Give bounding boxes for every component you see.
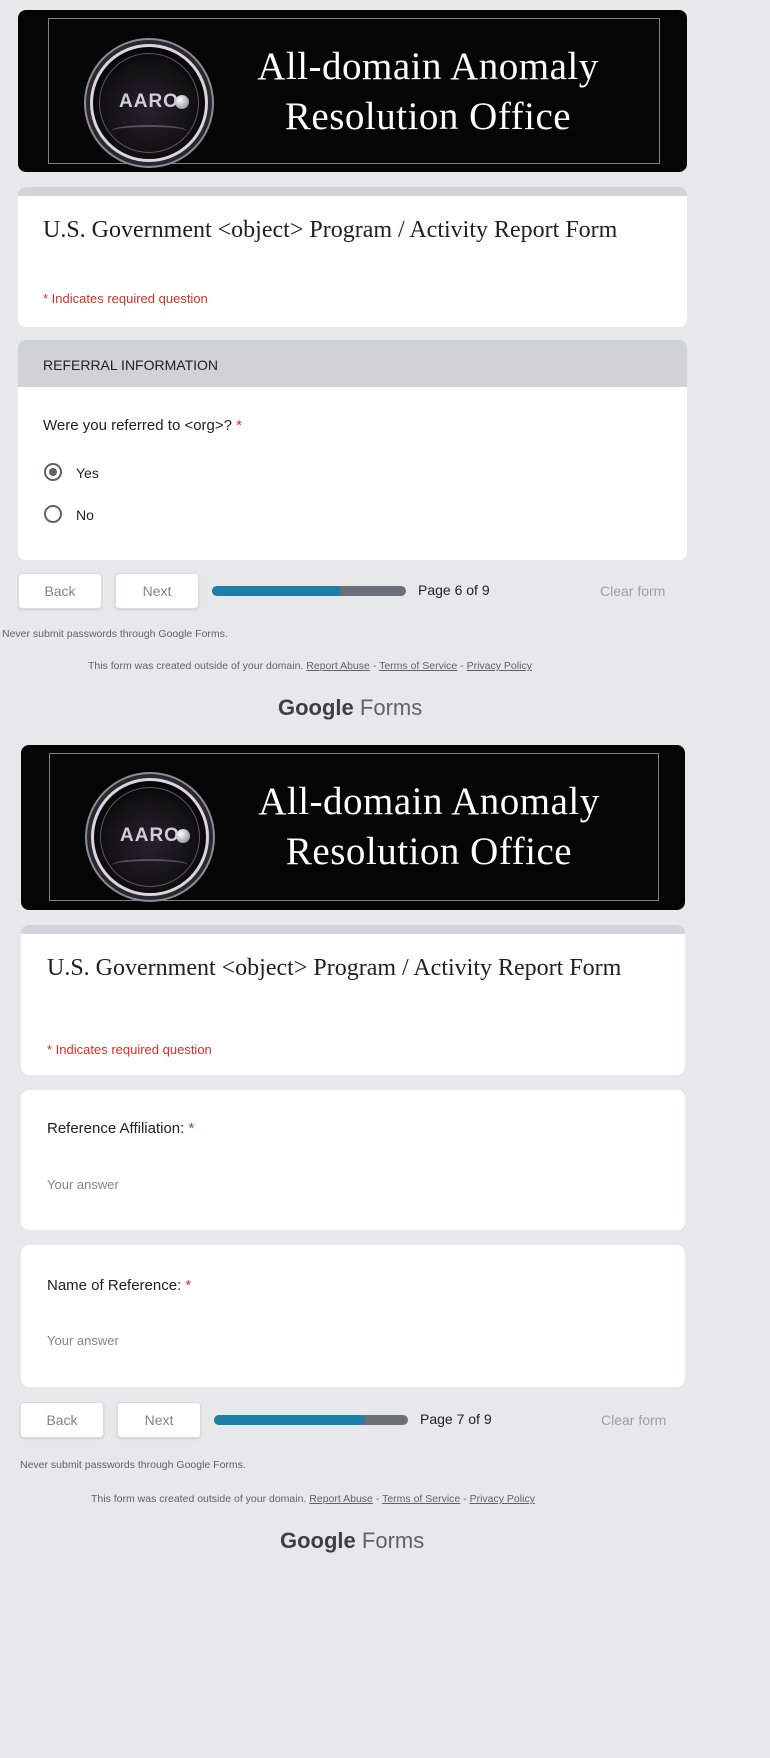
banner-title: All-domain Anomaly Resolution Office: [258, 780, 600, 873]
clear-form-button[interactable]: Clear form: [601, 1412, 666, 1428]
banner-bottom: AARO All-domain Anomaly Resolution Offic…: [21, 745, 685, 910]
report-abuse-link[interactable]: Report Abuse: [309, 1493, 373, 1505]
progress-fill: [214, 1415, 365, 1425]
progress-bar: [214, 1415, 408, 1425]
form-header-card: U.S. Government <object> Program / Activ…: [18, 187, 687, 327]
form-header-card: U.S. Government <object> Program / Activ…: [21, 925, 685, 1075]
required-note: * Indicates required question: [43, 291, 208, 306]
affiliation-input[interactable]: Your answer: [47, 1177, 119, 1192]
required-note: * Indicates required question: [47, 1042, 212, 1057]
progress-bar: [212, 586, 406, 596]
question-card-affiliation: Reference Affiliation: * Your answer: [21, 1090, 685, 1230]
password-warning: Never submit passwords through Google Fo…: [2, 628, 228, 640]
question-card-name: Name of Reference: * Your answer: [21, 1245, 685, 1387]
privacy-link[interactable]: Privacy Policy: [467, 660, 532, 672]
question-referred: Were you referred to <org>? *: [43, 417, 243, 434]
report-abuse-link[interactable]: Report Abuse: [306, 660, 370, 672]
password-warning: Never submit passwords through Google Fo…: [20, 1459, 246, 1471]
back-button[interactable]: Back: [18, 573, 102, 609]
form-title: U.S. Government <object> Program / Activ…: [47, 955, 622, 981]
progress-fill: [212, 586, 342, 596]
aaro-logo: AARO: [91, 778, 209, 896]
reference-name-input[interactable]: Your answer: [47, 1333, 119, 1348]
question-reference-name: Name of Reference: *: [47, 1277, 192, 1294]
section-header: REFERRAL INFORMATION: [18, 340, 687, 387]
required-star: *: [185, 1277, 192, 1294]
google-forms-logo[interactable]: Google Forms: [278, 695, 422, 721]
domain-footer: This form was created outside of your do…: [91, 1493, 535, 1505]
radio-no-label[interactable]: No: [76, 507, 94, 523]
radio-yes[interactable]: [44, 463, 62, 481]
privacy-link[interactable]: Privacy Policy: [470, 1493, 535, 1505]
referral-section-card: REFERRAL INFORMATION Were you referred t…: [18, 340, 687, 560]
back-button[interactable]: Back: [20, 1402, 104, 1438]
clear-form-button[interactable]: Clear form: [600, 583, 665, 599]
terms-link[interactable]: Terms of Service: [379, 660, 457, 672]
page-indicator: Page 6 of 9: [418, 582, 490, 598]
banner-top: AARO All-domain Anomaly Resolution Offic…: [18, 10, 687, 172]
aaro-logo: AARO: [90, 44, 208, 162]
domain-footer: This form was created outside of your do…: [88, 660, 532, 672]
banner-title: All-domain Anomaly Resolution Office: [257, 45, 599, 138]
page-indicator: Page 7 of 9: [420, 1411, 492, 1427]
next-button[interactable]: Next: [115, 573, 199, 609]
terms-link[interactable]: Terms of Service: [382, 1493, 460, 1505]
form-title: U.S. Government <object> Program / Activ…: [43, 217, 618, 243]
next-button[interactable]: Next: [117, 1402, 201, 1438]
required-star: *: [236, 417, 243, 434]
google-forms-logo[interactable]: Google Forms: [280, 1528, 424, 1554]
radio-no[interactable]: [44, 505, 62, 523]
required-star: *: [188, 1120, 195, 1137]
question-affiliation: Reference Affiliation: *: [47, 1120, 195, 1137]
radio-yes-label[interactable]: Yes: [76, 465, 99, 481]
